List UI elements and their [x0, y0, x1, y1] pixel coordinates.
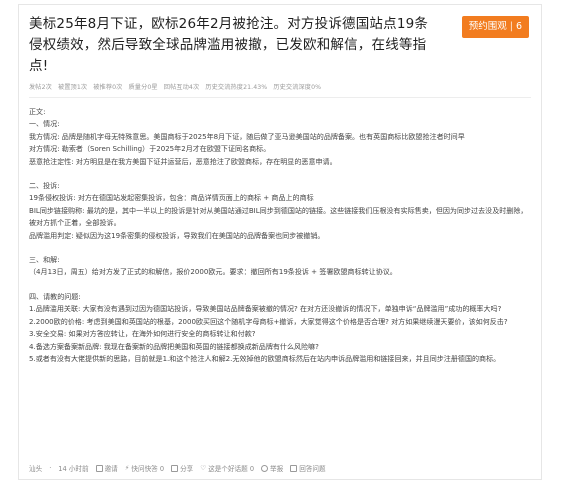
post-footer: 汕头 · 14 小时前 邀请 ⚡ 快问快答 0 分享 ♡ 这是个好话题 0 举报… [29, 463, 529, 473]
share-icon [171, 464, 179, 472]
author-name[interactable]: 汕头 [29, 463, 42, 473]
post-body: 正文: 一、情况: 我方情况: 品牌是随机字母无特殊意思。美国商标于2025年8… [29, 106, 529, 365]
body-gap [29, 242, 529, 254]
body-line: 恶意抢注定性: 对方明显是在我方美国下证并运营后，恶意抢注了欧盟商标，存在明显的… [29, 156, 337, 166]
divider [29, 97, 531, 98]
body-line: 四、请教的问题: [29, 291, 81, 301]
like-button[interactable]: ♡ 这是个好话题 0 [200, 463, 254, 473]
stat-item: 回帖互动4次 [163, 84, 200, 91]
follow-separator: | [509, 21, 513, 32]
body-line: 正文: [29, 107, 46, 116]
invite-icon [95, 464, 103, 472]
quick-reply-label: 快问快答 0 [131, 465, 165, 473]
invite-label: 邀请 [104, 465, 118, 473]
body-line: 对方情况: 勒索者（Soren Schilling）于2025年2月才在欧盟下证… [29, 144, 271, 154]
footer-dot: · [49, 464, 52, 472]
answer-icon [290, 464, 298, 472]
share-button[interactable]: 分享 [171, 463, 193, 473]
post-title: 美标25年8月下证，欧标26年2月被抢注。对方投诉德国站点19条侵权绩效，然后导… [29, 16, 429, 74]
body-gap [29, 279, 529, 291]
body-line: 一、情况: [29, 119, 60, 129]
thumb-icon: ♡ [200, 464, 207, 472]
bolt-icon: ⚡ [124, 464, 130, 472]
body-line: （4月13日，周五）给对方发了正式的和解信，报价2000欧元。要求：撤回所有19… [29, 267, 397, 277]
body-line: 我方情况: 品牌是随机字母无特殊意思。美国商标于2025年8月下证，随后做了亚马… [29, 131, 465, 141]
invite-button[interactable]: 邀请 [95, 463, 118, 473]
share-label: 分享 [180, 465, 194, 473]
stat-item: 历史交流深度0% [273, 84, 322, 91]
stat-item: 被推荐0次 [93, 84, 123, 91]
report-button[interactable]: 举报 [261, 463, 283, 473]
body-line: 19条侵权投诉: 对方在德国站发起密集投诉，包含：商品详情页面上的商标 + 商品… [29, 193, 314, 203]
body-line: 4.备选方案备案新品牌: 我现在备案新的品牌把美国和英国的链接都换成新品牌有什么… [29, 341, 319, 351]
follow-count: 6 [515, 21, 522, 32]
answer-label: 回答问题 [299, 465, 326, 473]
body-line: 2.2000欧的价格: 考虑到美国和英国站的根基，2000欧买回这个随机字母商标… [29, 316, 508, 326]
stat-item: 历史交流热度21.43% [205, 84, 268, 91]
answer-button[interactable]: 回答问题 [290, 463, 326, 473]
follow-label: 预约围观 [468, 21, 507, 32]
post-stats: 发帖2次 被置顶1次 被推荐0次 质量分0星 回帖互动4次 历史交流热度21.4… [29, 82, 325, 91]
body-gap [29, 168, 529, 180]
body-line: 二、投诉: [29, 181, 60, 191]
body-line: 三、和解: [29, 255, 60, 265]
report-icon [261, 464, 269, 472]
quick-reply-button[interactable]: ⚡ 快问快答 0 [125, 463, 164, 473]
body-line: 5.或者有没有大佬提供新的思路，目前就是1.和这个抢注人和解2.无效掉他的欧盟商… [29, 353, 501, 363]
stat-item: 被置顶1次 [57, 84, 88, 91]
post-card: 美标25年8月下证，欧标26年2月被抢注。对方投诉德国站点19条侵权绩效，然后导… [18, 4, 542, 480]
body-line: 1.品牌滥用关联: 大家有没有遇到过因为德国站投诉，导致美国站品牌备案被撤的情况… [29, 304, 502, 314]
like-label: 这是个好话题 0 [208, 465, 255, 473]
body-line: 3.安全交易: 如果对方答应转让，在海外如何进行安全的商标转让和付款? [29, 329, 256, 339]
post-time: 14 小时前 [58, 465, 89, 473]
stat-item: 质量分0星 [128, 84, 158, 91]
stat-item: 发帖2次 [29, 84, 52, 91]
follow-button[interactable]: 预约围观 | 6 [461, 16, 529, 38]
report-label: 举报 [270, 465, 284, 473]
body-line: 品牌滥用判定: 疑似因为这19条密集的侵权投诉，导致我们在美国站的品牌备案也同步… [29, 230, 325, 240]
body-line: BIL同步链接购称: 最坑的是，其中一半以上的投诉是针对从美国站通过BIL同步到… [29, 205, 528, 228]
